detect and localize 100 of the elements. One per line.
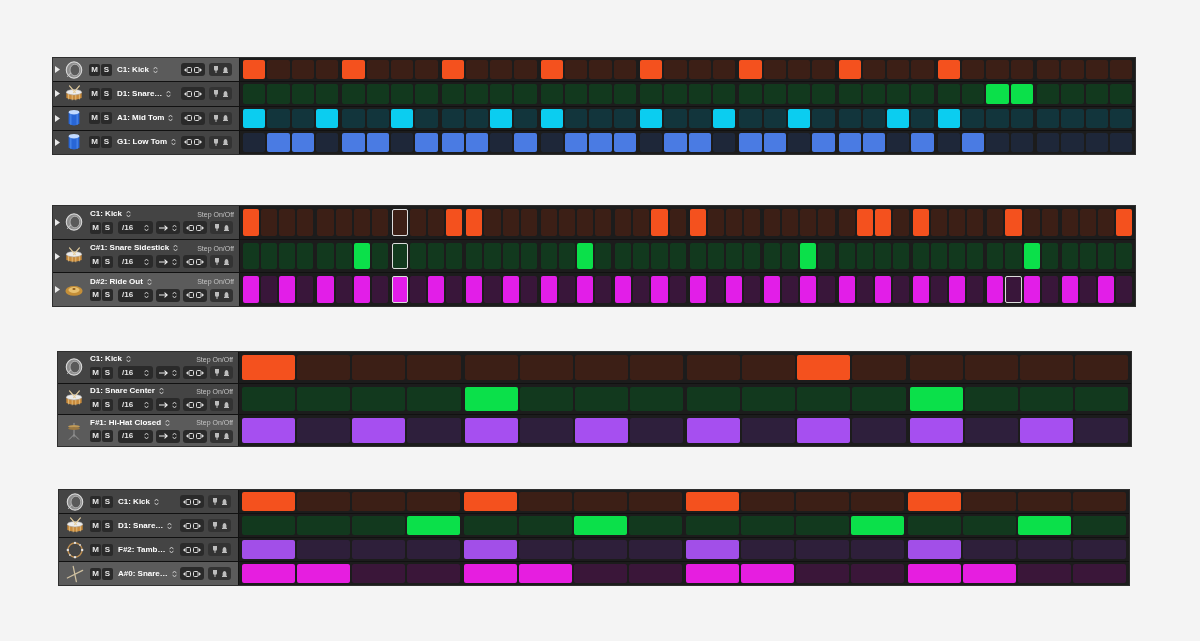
- shift-right-icon[interactable]: [196, 258, 204, 265]
- mute-button[interactable]: M: [89, 63, 100, 76]
- row-shift-control[interactable]: [183, 366, 207, 380]
- step-rate-dropdown[interactable]: /16: [118, 288, 153, 302]
- solo-button[interactable]: S: [101, 63, 112, 76]
- pin-icon[interactable]: [214, 224, 219, 232]
- bell-icon[interactable]: [222, 90, 228, 97]
- row-shift-control[interactable]: [183, 398, 207, 411]
- shift-left-icon[interactable]: [184, 90, 192, 97]
- instrument-name-dropdown[interactable]: C1: Kick: [118, 497, 159, 506]
- row-tools-control[interactable]: [208, 495, 231, 508]
- playback-direction-dropdown[interactable]: [156, 366, 180, 380]
- shift-right-icon[interactable]: [196, 224, 204, 231]
- shift-right-icon[interactable]: [196, 292, 204, 299]
- step-pad[interactable]: [937, 108, 961, 128]
- shift-right-icon[interactable]: [194, 115, 202, 122]
- solo-button[interactable]: S: [102, 398, 113, 411]
- mute-button[interactable]: M: [90, 221, 101, 234]
- disclosure-triangle-icon[interactable]: [55, 90, 60, 98]
- step-pad[interactable]: [391, 242, 408, 270]
- disclosure-triangle-icon[interactable]: [55, 114, 60, 122]
- pin-icon[interactable]: [213, 90, 218, 98]
- bell-icon[interactable]: [221, 546, 227, 553]
- step-pad[interactable]: [1010, 84, 1033, 104]
- pin-icon[interactable]: [214, 258, 219, 265]
- row-tools-control[interactable]: [208, 543, 231, 556]
- bell-icon[interactable]: [221, 522, 227, 529]
- row-tools-control[interactable]: [210, 398, 233, 411]
- playback-direction-dropdown[interactable]: [156, 255, 180, 268]
- shift-left-icon[interactable]: [186, 292, 194, 299]
- pin-icon[interactable]: [212, 522, 217, 529]
- shift-left-icon[interactable]: [183, 546, 191, 553]
- solo-button[interactable]: S: [102, 366, 113, 379]
- step-pad[interactable]: [640, 108, 663, 128]
- bell-icon[interactable]: [223, 292, 229, 299]
- disclosure-triangle-icon[interactable]: [55, 138, 60, 146]
- step-pad[interactable]: [390, 108, 414, 128]
- row-tools-control[interactable]: [209, 87, 232, 101]
- step-pad[interactable]: [787, 108, 811, 128]
- shift-right-icon[interactable]: [194, 139, 202, 146]
- instrument-name-dropdown[interactable]: A#0: Snare…: [118, 569, 177, 578]
- pin-icon[interactable]: [212, 546, 217, 553]
- row-shift-control[interactable]: [180, 495, 204, 508]
- shift-right-icon[interactable]: [193, 522, 201, 529]
- pin-icon[interactable]: [214, 291, 219, 299]
- bell-icon[interactable]: [221, 570, 227, 577]
- step-rate-dropdown[interactable]: /16: [118, 255, 153, 268]
- step-pad[interactable]: [1005, 276, 1022, 303]
- shift-right-icon[interactable]: [196, 369, 204, 376]
- shift-left-icon[interactable]: [184, 66, 192, 73]
- solo-button[interactable]: S: [101, 112, 112, 125]
- pin-icon[interactable]: [214, 432, 219, 440]
- row-tools-control[interactable]: [210, 288, 233, 302]
- row-shift-control[interactable]: [183, 288, 207, 302]
- solo-button[interactable]: S: [102, 255, 113, 268]
- shift-right-icon[interactable]: [194, 66, 202, 73]
- step-pad[interactable]: [464, 386, 518, 412]
- disclosure-triangle-icon[interactable]: [55, 252, 60, 260]
- shift-right-icon[interactable]: [194, 90, 202, 97]
- pin-icon[interactable]: [214, 401, 219, 408]
- mute-button[interactable]: M: [89, 87, 100, 100]
- shift-left-icon[interactable]: [183, 522, 191, 529]
- instrument-name-dropdown[interactable]: C1: Kick: [90, 210, 131, 219]
- solo-button[interactable]: S: [102, 567, 113, 580]
- step-rate-dropdown[interactable]: /16: [118, 366, 153, 380]
- step-pad[interactable]: [1023, 242, 1040, 270]
- disclosure-triangle-icon[interactable]: [55, 66, 60, 74]
- row-tools-control[interactable]: [208, 567, 231, 580]
- step-pad[interactable]: [712, 108, 736, 128]
- step-pad[interactable]: [391, 276, 408, 303]
- row-shift-control[interactable]: [183, 221, 207, 235]
- row-tools-control[interactable]: [209, 63, 232, 77]
- instrument-name-dropdown[interactable]: G1: Low Tom: [117, 138, 177, 147]
- solo-button[interactable]: S: [102, 430, 113, 443]
- instrument-name-dropdown[interactable]: D1: Snare…: [118, 521, 173, 530]
- instrument-name-dropdown[interactable]: C1: Kick: [117, 65, 158, 74]
- step-rate-dropdown[interactable]: /16: [118, 221, 153, 235]
- step-pad[interactable]: [490, 108, 513, 128]
- row-tools-control[interactable]: [210, 366, 233, 380]
- solo-button[interactable]: S: [102, 543, 113, 556]
- solo-button[interactable]: S: [102, 495, 113, 508]
- shift-right-icon[interactable]: [196, 433, 204, 440]
- row-tools-control[interactable]: [210, 221, 233, 235]
- bell-icon[interactable]: [221, 498, 227, 505]
- bell-icon[interactable]: [223, 433, 229, 440]
- step-pad[interactable]: [391, 209, 408, 236]
- instrument-name-dropdown[interactable]: A1: Mid Tom: [117, 114, 174, 123]
- shift-left-icon[interactable]: [186, 401, 194, 408]
- bell-icon[interactable]: [223, 369, 229, 376]
- mute-button[interactable]: M: [90, 289, 101, 302]
- row-tools-control[interactable]: [210, 255, 233, 268]
- row-shift-control[interactable]: [183, 255, 207, 268]
- playback-direction-dropdown[interactable]: [156, 429, 180, 443]
- instrument-name-dropdown[interactable]: C#1: Snare Sidestick: [90, 244, 179, 252]
- bell-icon[interactable]: [222, 139, 228, 146]
- playback-direction-dropdown[interactable]: [156, 398, 180, 411]
- bell-icon[interactable]: [223, 224, 229, 231]
- row-shift-control[interactable]: [180, 567, 204, 580]
- pin-icon[interactable]: [213, 66, 218, 74]
- shift-right-icon[interactable]: [193, 570, 201, 577]
